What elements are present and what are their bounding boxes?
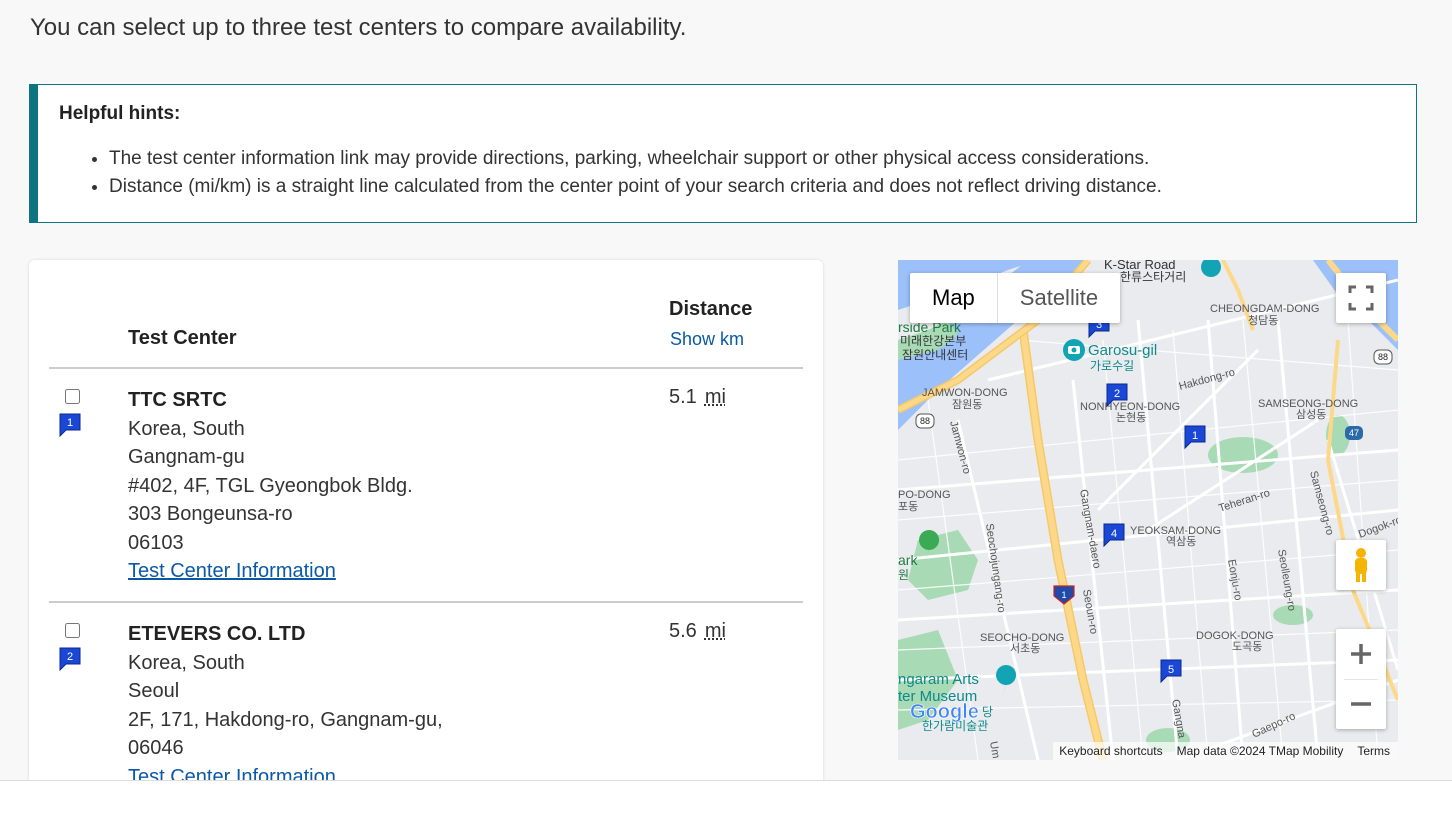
zoom-control bbox=[1336, 629, 1386, 729]
svg-text:88: 88 bbox=[1378, 352, 1388, 362]
test-center-table: Test Center Distance Show km 1 TTC SRTC … bbox=[29, 260, 823, 800]
select-center-checkbox[interactable] bbox=[65, 623, 80, 638]
terms-link[interactable]: Terms bbox=[1357, 742, 1390, 760]
svg-text:논현동: 논현동 bbox=[1116, 411, 1146, 424]
table-header: Test Center Distance Show km bbox=[49, 260, 803, 369]
hint-item: Distance (mi/km) is a straight line calc… bbox=[109, 173, 1416, 201]
svg-text:CHEONGDAM-DONG: CHEONGDAM-DONG bbox=[1210, 303, 1319, 315]
svg-text:서초동: 서초동 bbox=[1010, 642, 1040, 655]
svg-text:당: 당 bbox=[982, 705, 993, 719]
address-line: Korea, South bbox=[128, 417, 245, 440]
map-pin-icon: 2 bbox=[59, 647, 81, 671]
plus-icon bbox=[1351, 644, 1371, 664]
minus-icon bbox=[1351, 702, 1371, 706]
street-view-pegman-button[interactable] bbox=[1336, 540, 1386, 590]
map-data-attribution: Map data ©2024 TMap Mobility bbox=[1176, 744, 1344, 758]
svg-text:2: 2 bbox=[67, 651, 73, 663]
distance-unit: mi bbox=[704, 386, 726, 408]
svg-text:포동: 포동 bbox=[898, 501, 918, 513]
svg-text:한류스타거리: 한류스타거리 bbox=[1120, 270, 1186, 284]
hints-list: The test center information link may pro… bbox=[59, 145, 1416, 201]
address-line: 06046 bbox=[128, 737, 184, 759]
address-line: 303 Bongeunsa-ro bbox=[128, 503, 293, 525]
address-line: Korea, South bbox=[128, 651, 245, 674]
center-name: TTC SRTC bbox=[128, 389, 227, 411]
svg-text:역삼동: 역삼동 bbox=[1166, 535, 1196, 548]
zoom-in-button[interactable] bbox=[1336, 629, 1386, 679]
map-canvas[interactable]: K-Star Road 한류스타거리 CHEONGDAM-DONG 청담동 rs… bbox=[898, 260, 1398, 760]
svg-text:88: 88 bbox=[920, 416, 930, 426]
svg-text:ngaram Arts: ngaram Arts bbox=[898, 671, 979, 688]
address-line: Seoul bbox=[128, 680, 180, 702]
address-line: 06103 bbox=[128, 531, 184, 554]
table-row: 2 ETEVERS CO. LTD Korea, South Seoul 2F,… bbox=[49, 603, 803, 800]
map-type-control: Map Satellite bbox=[910, 273, 1121, 323]
svg-text:삼성동: 삼성동 bbox=[1296, 408, 1326, 421]
svg-text:5: 5 bbox=[1168, 664, 1174, 676]
distance-column-header: Distance bbox=[669, 298, 753, 320]
map-pin-icon: 1 bbox=[59, 413, 81, 437]
pegman-icon bbox=[1355, 548, 1367, 582]
fullscreen-button[interactable] bbox=[1336, 273, 1386, 323]
map-footer: Keyboard shortcuts Map data ©2024 TMap M… bbox=[1053, 742, 1398, 760]
zoom-out-button[interactable] bbox=[1336, 679, 1386, 729]
svg-text:4: 4 bbox=[1111, 528, 1117, 540]
svg-text:잠원안내센터: 잠원안내센터 bbox=[902, 348, 968, 362]
svg-text:미래한강본부: 미래한강본부 bbox=[900, 334, 966, 348]
svg-text:1: 1 bbox=[1192, 430, 1198, 442]
map-type-satellite-button[interactable]: Satellite bbox=[998, 273, 1120, 323]
page-bottom-bar bbox=[0, 780, 1452, 820]
test-center-column-header: Test Center bbox=[128, 327, 237, 349]
svg-text:PO-DONG: PO-DONG bbox=[898, 489, 951, 501]
center-info: ETEVERS CO. LTD Korea, South Seoul 2F, 1… bbox=[128, 620, 443, 791]
hint-item: The test center information link may pro… bbox=[109, 145, 1416, 173]
show-km-button[interactable]: Show km bbox=[670, 329, 744, 350]
distance-value: 5.1 mi bbox=[669, 386, 726, 408]
svg-text:2: 2 bbox=[1114, 388, 1120, 400]
svg-text:청담동: 청담동 bbox=[1248, 314, 1278, 327]
distance-value: 5.6 mi bbox=[669, 620, 726, 642]
svg-text:JAMWON-DONG: JAMWON-DONG bbox=[922, 387, 1008, 399]
svg-text:잠원동: 잠원동 bbox=[952, 398, 982, 411]
page-intro: You can select up to three test centers … bbox=[30, 14, 687, 41]
helpful-hints-box: Helpful hints: The test center informati… bbox=[29, 84, 1417, 223]
svg-text:47: 47 bbox=[1349, 428, 1359, 438]
map-widget[interactable]: K-Star Road 한류스타거리 CHEONGDAM-DONG 청담동 rs… bbox=[898, 260, 1398, 760]
svg-text:1: 1 bbox=[67, 417, 73, 429]
svg-text:1: 1 bbox=[1061, 590, 1066, 600]
google-logo: Google bbox=[910, 701, 979, 723]
center-info: TTC SRTC Korea, South Gangnam-gu #402, 4… bbox=[128, 386, 413, 586]
center-name: ETEVERS CO. LTD bbox=[128, 623, 306, 645]
svg-text:Garosu-gil: Garosu-gil bbox=[1088, 342, 1157, 359]
svg-text:도곡동: 도곡동 bbox=[1232, 641, 1262, 653]
svg-text:가로수길: 가로수길 bbox=[1090, 359, 1134, 373]
test-center-information-link[interactable]: Test Center Information bbox=[128, 557, 413, 586]
address-line: 2F, 171, Hakdong-ro, Gangnam-gu, bbox=[128, 708, 443, 731]
distance-unit: mi bbox=[704, 620, 726, 642]
address-line: #402, 4F, TGL Gyeongbok Bldg. bbox=[128, 474, 413, 497]
fullscreen-icon bbox=[1348, 285, 1374, 311]
svg-text:ark: ark bbox=[898, 552, 918, 568]
keyboard-shortcuts-link[interactable]: Keyboard shortcuts bbox=[1059, 742, 1162, 760]
hints-title: Helpful hints: bbox=[59, 103, 181, 124]
map-type-map-button[interactable]: Map bbox=[910, 273, 998, 323]
table-row: 1 TTC SRTC Korea, South Gangnam-gu #402,… bbox=[49, 369, 803, 603]
svg-text:원: 원 bbox=[898, 568, 909, 582]
select-center-checkbox[interactable] bbox=[65, 389, 80, 404]
address-line: Gangnam-gu bbox=[128, 446, 245, 468]
